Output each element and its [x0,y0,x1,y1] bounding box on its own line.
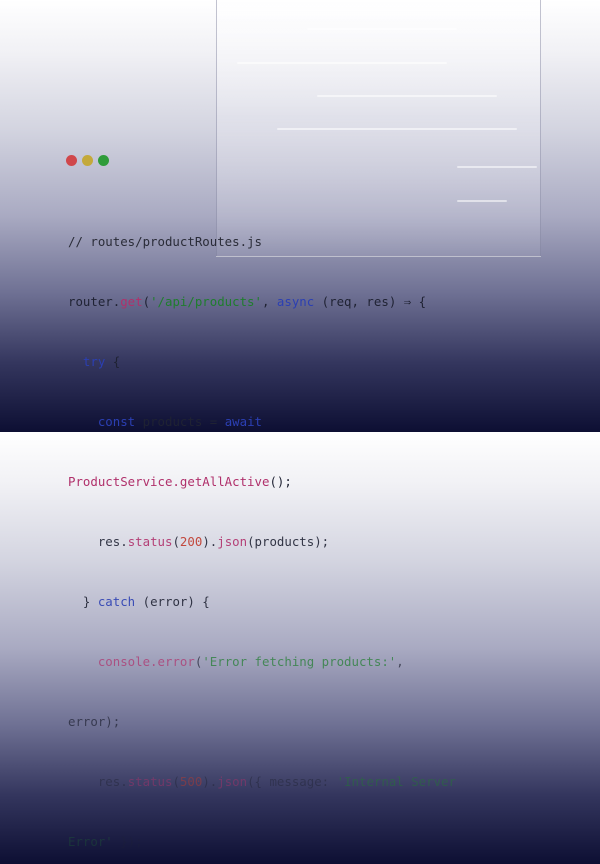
code-line: router.get('/api/products', async (req, … [68,292,456,312]
code-function: status [127,774,173,789]
code-token: } [82,594,98,609]
maximize-window-icon[interactable] [98,155,109,166]
ghost-line [317,95,497,97]
code-token: get [120,294,143,309]
code-line: // routes/productRoutes.js [68,232,456,252]
code-keyword: catch [97,594,136,609]
code-token: (); [269,474,292,489]
code-line: console.error('Error fetching products:'… [68,652,456,672]
code-token: ( [172,534,180,549]
code-token: console. [97,654,158,669]
code-string: 'Internal Server [336,774,456,789]
code-token: (error) { [135,594,210,609]
ghost-line [277,128,517,130]
code-token: ( [172,774,180,789]
code-line: const products = await [68,412,456,432]
close-window-icon[interactable] [66,155,77,166]
code-token: ProductService. [68,474,180,489]
code-function: json [217,774,248,789]
code-token: error); [68,714,121,729]
code-string: '/api/products' [150,294,262,309]
code-function: json [217,534,248,549]
code-keyword: await [224,414,262,429]
window-controls [66,155,109,166]
code-token: (req, res) ⇒ { [314,294,427,309]
code-token: products = [135,414,225,429]
code-keyword: try [82,354,106,369]
code-token: , [261,294,277,309]
code-token: , [396,654,404,669]
code-line: } catch (error) { [68,592,456,612]
code-token: ( [142,294,151,309]
code-token: ). [202,774,218,789]
code-token: res. [97,534,128,549]
code-line: res.status(500).json({ message: 'Interna… [68,772,456,792]
code-string: Error' [68,834,113,849]
code-line: try { [68,352,456,372]
code-comment: // routes/productRoutes.js [68,234,262,249]
code-token: res. [97,774,128,789]
code-token: (products); [247,534,330,549]
code-line: Error' }); [68,832,456,852]
code-token: ({ message: [247,774,337,789]
code-token: ). [202,534,218,549]
code-line: ProductService.getAllActive(); [68,472,456,492]
code-function: status [127,534,173,549]
code-function: getAllActive [179,474,270,489]
code-string: 'Error fetching products:' [202,654,397,669]
code-block: // routes/productRoutes.js router.get('/… [68,192,456,864]
code-token: }); [112,834,143,849]
code-number: 200 [179,534,203,549]
code-number: 500 [179,774,203,789]
code-keyword: async [276,294,315,309]
ghost-line [237,62,447,64]
code-editor-window: // routes/productRoutes.js router.get('/… [52,142,472,849]
code-keyword: const [97,414,136,429]
code-function: error [157,654,195,669]
minimize-window-icon[interactable] [82,155,93,166]
code-line: res.status(200).json(products); [68,532,456,552]
ghost-line [307,28,457,30]
code-token: router. [68,294,121,309]
code-line: error); [68,712,456,732]
code-token: ( [194,654,203,669]
code-token: { [105,354,121,369]
